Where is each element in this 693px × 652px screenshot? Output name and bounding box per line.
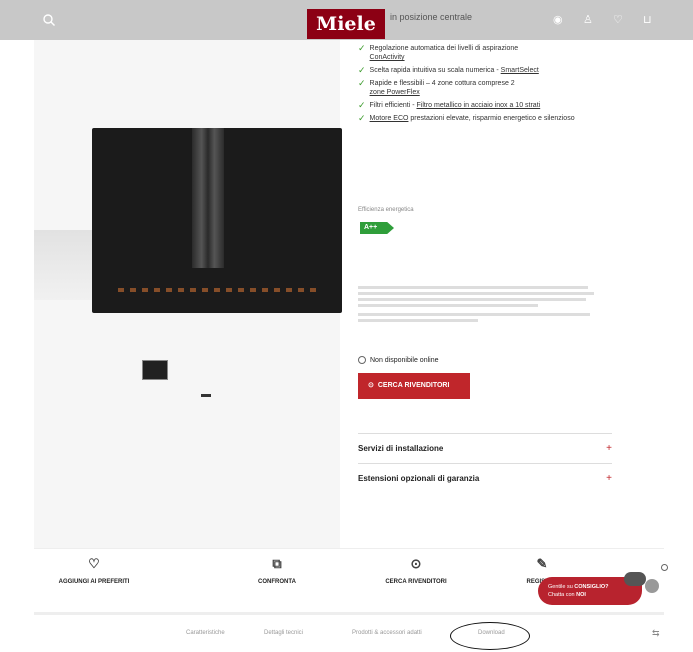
feature-link[interactable]: Motore ECO [370,115,409,122]
legal-fineprint [358,286,598,322]
feature-item: ✓ Motore ECO prestazioni elevate, rispar… [358,113,575,123]
feature-item: ✓ Rapide e flessibili – 4 zone cottura c… [358,78,515,97]
edit-icon: ✎ [536,556,548,571]
search-icon[interactable] [42,13,56,27]
add-to-favorites-button[interactable]: ♡ AGGIUNGI AI PREFERITI [34,556,154,586]
plus-icon[interactable]: + [606,473,612,484]
compare-icon: ⧉ [272,556,282,571]
check-icon: ✓ [358,65,366,75]
energy-label: Efficienza energetica [358,207,414,213]
product-gallery[interactable] [34,40,342,548]
feature-link[interactable]: zone PowerFlex [370,89,420,96]
product-image[interactable] [92,128,342,313]
check-icon: ✓ [358,78,366,88]
cart-icon[interactable]: ⊔ [643,14,655,26]
compare-button[interactable]: ⧉ CONFRONTA [217,556,337,586]
section-nav: Caratteristiche Dettagli tecnici Prodott… [34,612,664,652]
feature-list: ✓ Regolazione automatica dei livelli di … [358,44,608,127]
gallery-indicator[interactable] [201,394,211,397]
accordion-installation[interactable]: Servizi di installazione + [358,433,612,463]
chat-toggle[interactable] [645,579,659,593]
find-dealer-action-button[interactable]: ⊙ CERCA RIVENDITORI [356,556,476,586]
nav-tech-details[interactable]: Dettagli tecnici [264,630,303,636]
product-vent [192,128,224,268]
nav-accessories[interactable]: Prodotti & accessori adatti [352,630,422,636]
highlight-circle [450,622,530,650]
header-tagline: in posizione centrale [390,12,473,22]
plus-icon[interactable]: + [606,443,612,454]
user-icon[interactable]: ♙ [583,14,595,26]
heart-icon: ♡ [88,556,100,571]
pin-icon[interactable]: ◉ [553,14,565,26]
settings-icon[interactable] [661,564,668,571]
feature-link[interactable]: ConActivity [370,54,405,61]
feature-link[interactable]: SmartSelect [501,67,539,74]
feature-item: ✓ Regolazione automatica dei livelli di … [358,43,519,62]
energy-class-badge[interactable]: A++ [360,222,394,234]
check-icon: ✓ [358,100,366,110]
heart-icon[interactable]: ♡ [613,14,625,26]
compare-icon[interactable]: ⇆ [652,628,660,639]
feature-item: ✓ Scelta rapida intuitiva su scala numer… [358,65,539,75]
location-icon: ⊙ [368,382,374,389]
feature-item: ✓ Filtri efficienti - Filtro metallico i… [358,100,541,110]
check-icon: ✓ [358,113,366,123]
product-controls [118,288,318,292]
find-dealer-button[interactable]: ⊙ CERCA RIVENDITORI [358,373,470,399]
gallery-thumbnail[interactable] [142,360,168,380]
header-icons: ◉ ♙ ♡ ⊔ [553,14,655,26]
location-icon: ⊙ [410,556,422,571]
accordion: Servizi di installazione + Estensioni op… [358,433,612,493]
accordion-warranty[interactable]: Estensioni opzionali di garanzia + [358,463,612,493]
unavailable-icon [358,356,366,364]
nav-features[interactable]: Caratteristiche [186,630,225,636]
brand-logo[interactable]: Miele [307,9,385,39]
availability-status: Non disponibile online [358,356,439,364]
check-icon: ✓ [358,43,366,53]
site-header: Miele in posizione centrale ◉ ♙ ♡ ⊔ [0,0,693,40]
chat-avatar[interactable] [624,572,646,586]
feature-link[interactable]: Filtro metallico in acciaio inox a 10 st… [416,102,540,109]
